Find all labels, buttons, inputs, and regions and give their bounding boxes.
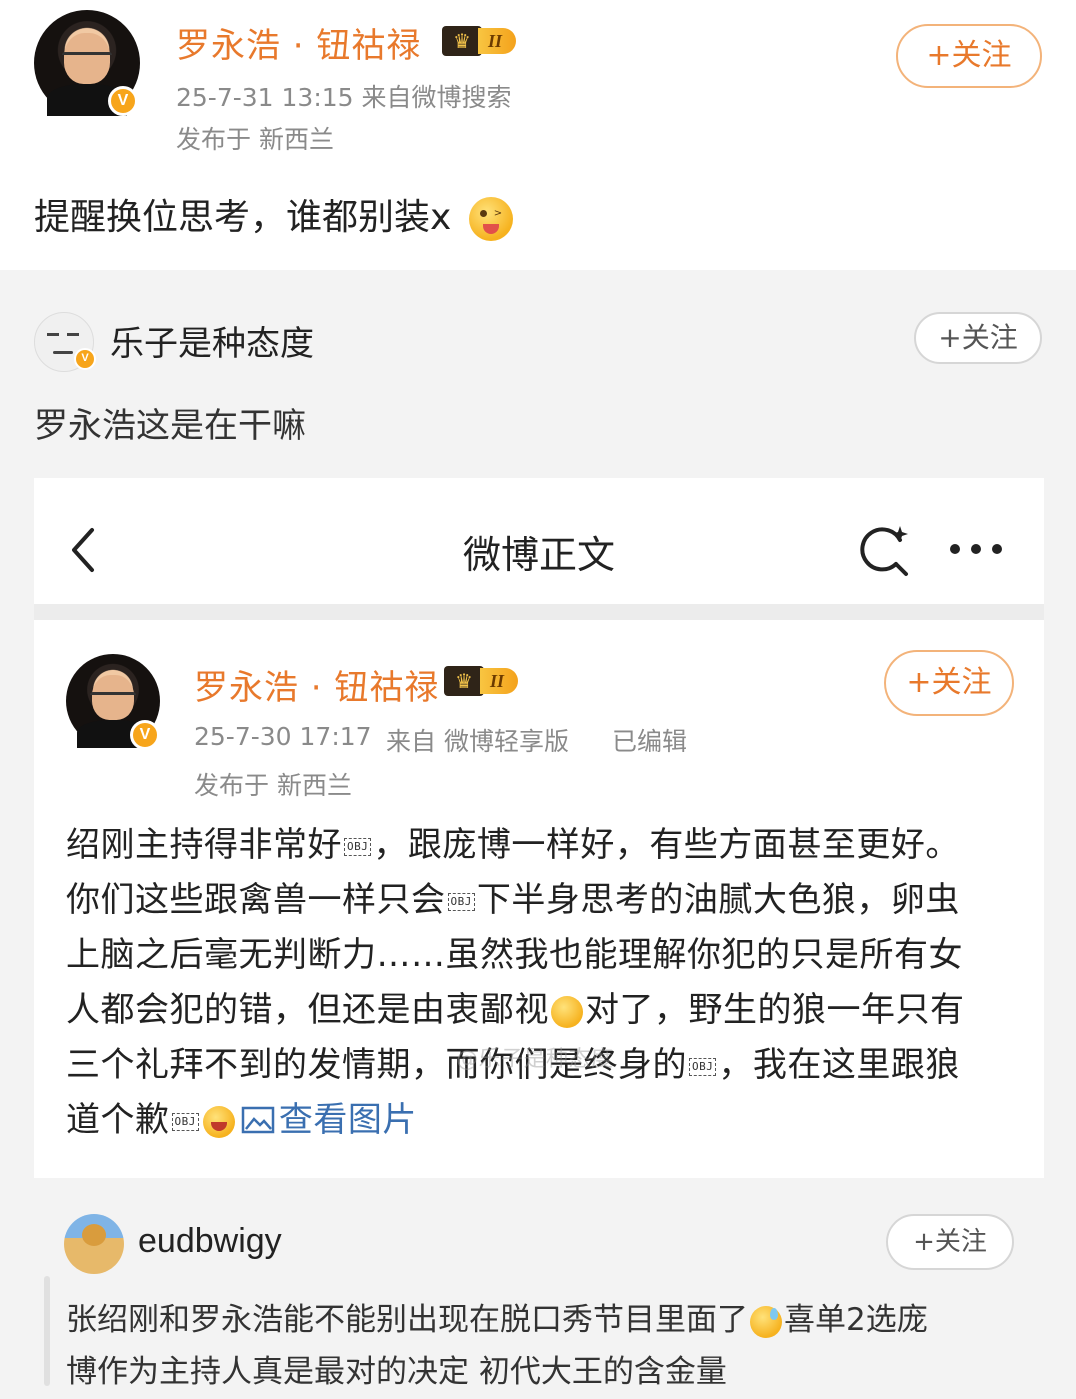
ss-vip-level-badge-icon: ♛ II xyxy=(444,664,519,698)
post-time-source: 25-7-31 13:15 来自微博搜索 xyxy=(176,83,512,112)
body-line: 人都会犯的错，但还是由衷鄙视 对了，野生的狼一年只有 xyxy=(66,990,965,1030)
ss-verified-badge-icon: V xyxy=(130,720,160,750)
laughing-face-emoji-icon xyxy=(202,1105,235,1138)
watermark: @乐子是种态度 xyxy=(456,1047,614,1072)
body-line: 上脑之后毫无判断力……虽然我也能理解你犯的只是所有女 xyxy=(66,935,963,975)
repost-verified-badge-icon: V xyxy=(74,348,96,370)
more-options-icon[interactable] xyxy=(948,542,1004,556)
ss-post-time: 25-7-30 17:17 xyxy=(194,722,372,751)
tongue-face-emoji-icon: > xyxy=(468,197,513,241)
verified-badge-icon: V xyxy=(108,86,138,116)
obj-placeholder-icon: OBJ xyxy=(689,1057,717,1076)
post-location: 发布于 新西兰 xyxy=(176,125,334,154)
view-image-link[interactable]: 查看图片 xyxy=(241,1100,417,1140)
scroll-indicator xyxy=(44,1276,50,1386)
post-text: 提醒换位思考，谁都别装x > xyxy=(34,188,513,241)
nav-divider xyxy=(34,604,1044,620)
repost-text: 罗永浩这是在干嘛 xyxy=(34,406,306,446)
vip-level-badge-icon: ♛ II xyxy=(442,24,517,58)
comment-text-line-1: 张绍刚和罗永浩能不能别出现在脱口秀节目里面了 喜单2选庞 xyxy=(66,1302,928,1338)
body-line: 绍刚主持得非常好 OBJ ，跟庞博一样好，有些方面甚至更好。 xyxy=(66,825,960,865)
ss-post-location: 发布于 新西兰 xyxy=(194,771,352,800)
smug-face-emoji-icon xyxy=(551,995,583,1028)
ss-edited-label: 已编辑 xyxy=(612,727,688,756)
screenshot-navbar: 微博正文 xyxy=(34,478,1044,604)
repost-follow-button[interactable]: +关注 xyxy=(914,312,1042,364)
ss-post-source: 来自 微博轻享版 xyxy=(386,727,569,756)
body-line: 你们这些跟禽兽一样只会 OBJ 下半身思考的油腻大色狼，卵虫 xyxy=(66,880,960,920)
obj-placeholder-icon: OBJ xyxy=(447,892,475,911)
commenter-avatar[interactable] xyxy=(64,1214,124,1274)
commenter-name[interactable]: eudbwigy xyxy=(138,1222,282,1261)
author-name[interactable]: 罗永浩 · 钮祜禄 xyxy=(176,18,421,67)
ss-follow-button[interactable]: +关注 xyxy=(884,650,1014,716)
body-line: 道个歉 OBJ 查看图片 xyxy=(66,1100,417,1140)
commenter-follow-button[interactable]: +关注 xyxy=(886,1214,1014,1270)
ss-author-name[interactable]: 罗永浩 · 钮祜禄 xyxy=(194,660,439,709)
original-post: V 罗永浩 · 钮祜禄 ♛ II 25-7-31 13:15 来自微博搜索 发布于… xyxy=(0,0,1076,270)
obj-placeholder-icon: OBJ xyxy=(344,837,372,856)
image-icon xyxy=(241,1106,275,1134)
follow-button[interactable]: +关注 xyxy=(896,24,1042,88)
body-line: 三个礼拜不到的发情期，而你们是终身的 OBJ ，我在这里跟狼 @乐子是种态度 xyxy=(66,1038,1016,1093)
repost-username[interactable]: 乐子是种态度 xyxy=(110,316,314,365)
search-icon[interactable] xyxy=(856,522,912,578)
comment-text-line-2: 博作为主持人真是最对的决定 初代大王的含金量 xyxy=(66,1354,727,1390)
sweat-face-emoji-icon xyxy=(750,1305,782,1338)
ss-post-body: 绍刚主持得非常好 OBJ ，跟庞博一样好，有些方面甚至更好。 你们这些跟禽兽一样只会… xyxy=(66,818,1016,1148)
obj-placeholder-icon: OBJ xyxy=(171,1112,199,1131)
